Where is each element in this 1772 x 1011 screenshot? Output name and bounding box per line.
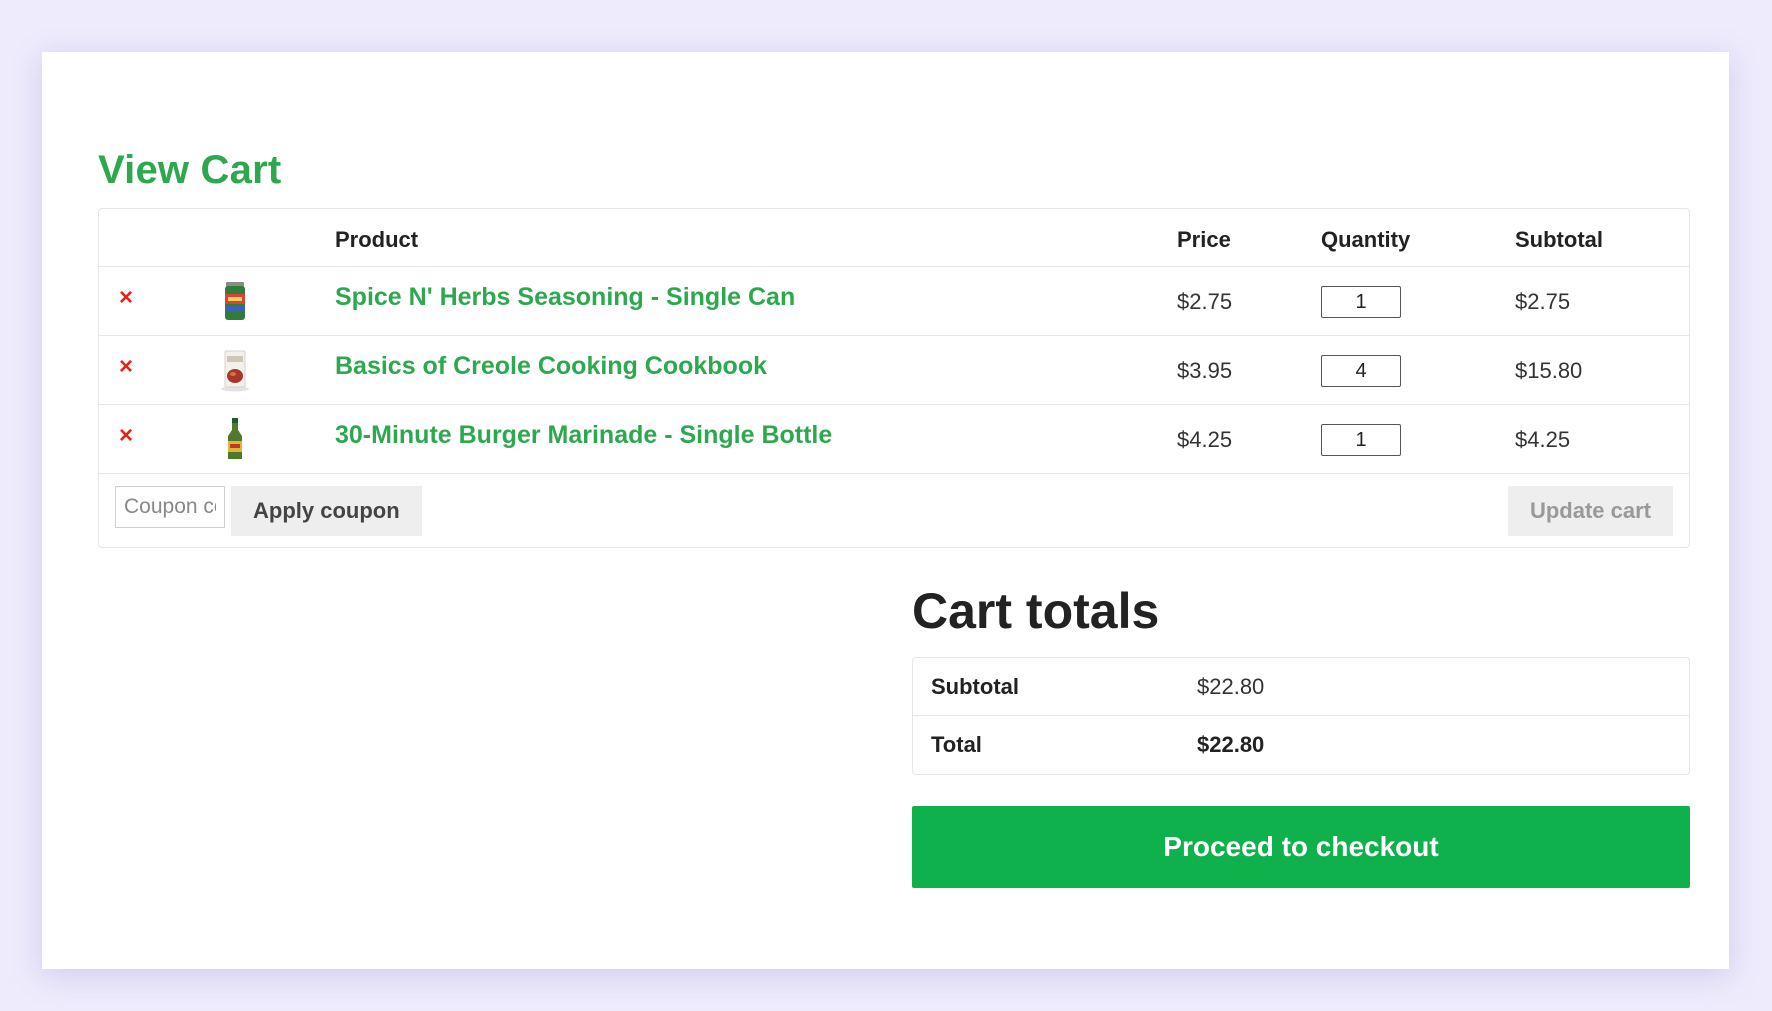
totals-subtotal-row: Subtotal $22.80 [913, 658, 1689, 716]
product-link[interactable]: Basics of Creole Cooking Cookbook [335, 352, 767, 381]
cookbook-icon[interactable] [215, 348, 255, 392]
totals-total-row: Total $22.80 [913, 716, 1689, 774]
cart-page-card: View Cart Product Price Quantity Subtota… [42, 52, 1729, 969]
quantity-input[interactable] [1321, 424, 1401, 456]
proceed-to-checkout-button[interactable]: Proceed to checkout [912, 806, 1690, 888]
apply-coupon-button[interactable]: Apply coupon [231, 486, 422, 536]
cart-actions-row: Apply coupon Update cart [99, 474, 1689, 548]
product-link[interactable]: Spice N' Herbs Seasoning - Single Can [335, 283, 795, 312]
remove-item-icon[interactable]: × [115, 286, 137, 310]
remove-item-icon[interactable]: × [115, 355, 137, 379]
product-link[interactable]: 30-Minute Burger Marinade - Single Bottl… [335, 421, 832, 450]
item-subtotal: $15.80 [1515, 358, 1583, 383]
quantity-input[interactable] [1321, 355, 1401, 387]
item-price: $3.95 [1177, 358, 1233, 383]
cart-table-header: Product Price Quantity Subtotal [99, 209, 1689, 267]
seasoning-can-icon[interactable] [215, 279, 255, 323]
quantity-input[interactable] [1321, 286, 1401, 318]
header-product: Product [335, 227, 419, 252]
page-title: View Cart [98, 148, 282, 192]
cart-item-row: × Basics of Creole Cooking Cookbook $3.9… [99, 336, 1689, 405]
subtotal-label: Subtotal [931, 674, 1019, 699]
subtotal-value: $22.80 [1197, 674, 1265, 699]
item-subtotal: $2.75 [1515, 289, 1571, 314]
item-subtotal: $4.25 [1515, 427, 1571, 452]
update-cart-button[interactable]: Update cart [1507, 486, 1673, 536]
cart-item-row: × Spice N' Herbs Seasoning - Single Can … [99, 267, 1689, 336]
cart-totals-title: Cart totals [912, 583, 1160, 639]
cart-item-row: × 30-Minute Burger Marinade - Single Bot… [99, 405, 1689, 474]
header-price: Price [1177, 227, 1231, 252]
marinade-bottle-icon[interactable] [215, 417, 255, 461]
header-quantity: Quantity [1321, 227, 1411, 252]
cart-totals-table: Subtotal $22.80 Total $22.80 [912, 657, 1690, 775]
item-price: $4.25 [1177, 427, 1233, 452]
header-subtotal: Subtotal [1515, 227, 1603, 252]
cart-table: Product Price Quantity Subtotal × Spice … [98, 208, 1690, 548]
total-label: Total [931, 732, 982, 757]
remove-item-icon[interactable]: × [115, 424, 137, 448]
coupon-code-input[interactable] [115, 486, 225, 528]
total-value: $22.80 [1197, 732, 1265, 757]
item-price: $2.75 [1177, 289, 1233, 314]
